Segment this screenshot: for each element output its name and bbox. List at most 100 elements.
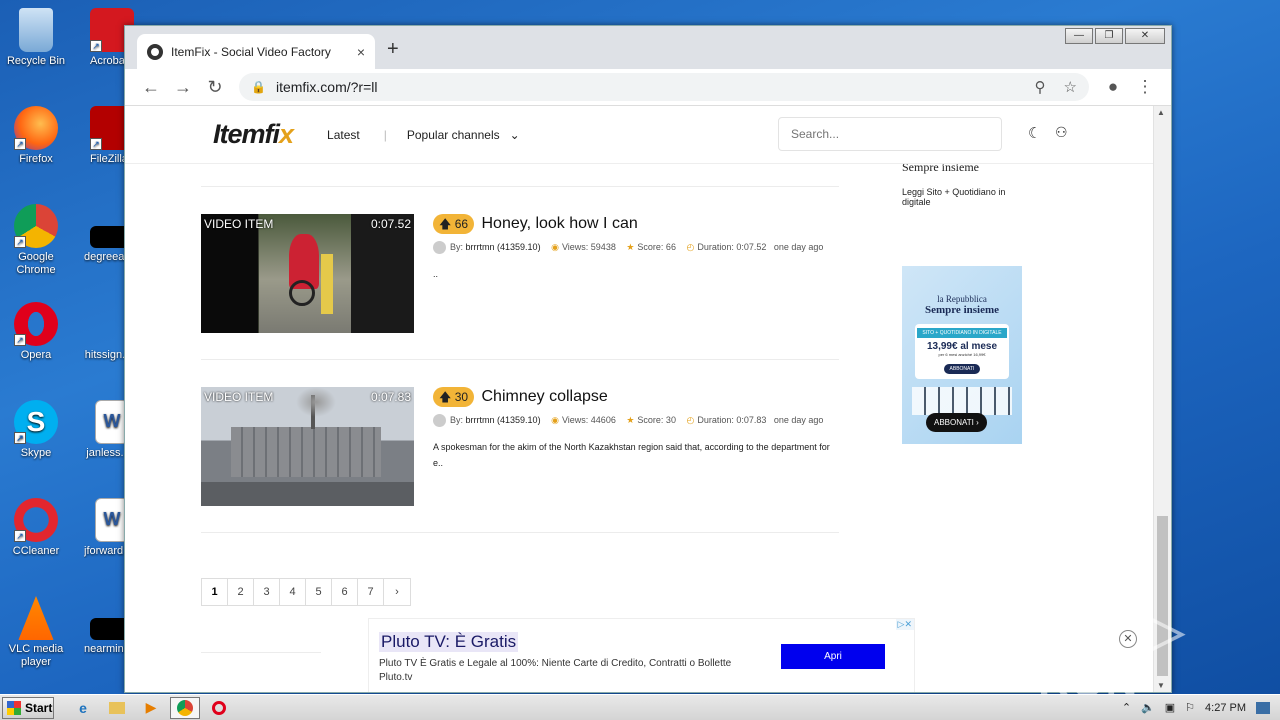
restore-button[interactable]: ❐ bbox=[1095, 28, 1123, 44]
user-account-icon[interactable]: ⚇ bbox=[1055, 124, 1068, 141]
page-5[interactable]: 5 bbox=[306, 579, 332, 605]
video-text: 🡅 66 Honey, look how I can By: brrrtmn (… bbox=[433, 214, 841, 282]
ad-description: Pluto TV È Gratis e Legale al 100%: Nien… bbox=[379, 658, 732, 683]
page-3[interactable]: 3 bbox=[254, 579, 280, 605]
network-icon[interactable]: ▣ bbox=[1165, 701, 1175, 714]
tab-close-icon[interactable]: × bbox=[357, 44, 365, 60]
zoom-icon[interactable]: ⚲ bbox=[1035, 78, 1046, 96]
phones-graphic bbox=[912, 387, 1012, 415]
arrow-up-icon: 🡅 bbox=[439, 217, 452, 231]
video-item-badge: VIDEO ITEM bbox=[204, 390, 274, 404]
video-title[interactable]: Honey, look how I can bbox=[482, 215, 638, 232]
itemfix-logo[interactable]: Itemfix bbox=[213, 119, 294, 150]
video-meta: By: brrrtmn (41359.10) ◉ Views: 44606 ★ Sc… bbox=[433, 411, 841, 429]
site-header: Itemfix Latest | Popular channels ⌄ ☾ ⚇ bbox=[125, 106, 1153, 164]
reload-button[interactable]: ↻ bbox=[199, 77, 231, 98]
ad-open-button[interactable]: Apri bbox=[781, 644, 885, 669]
chrome-taskbar-icon[interactable] bbox=[170, 696, 200, 719]
opera-taskbar-icon[interactable] bbox=[204, 697, 234, 719]
page-4[interactable]: 4 bbox=[280, 579, 306, 605]
clock[interactable]: 4:27 PM bbox=[1205, 702, 1246, 714]
system-tray: ⌃ 🔈 ▣ ⚐ 4:27 PM bbox=[1122, 701, 1280, 714]
new-tab-button[interactable]: + bbox=[387, 38, 399, 61]
window-controls: — ❐ ✕ bbox=[1065, 28, 1165, 44]
score-pill[interactable]: 🡅 30 bbox=[433, 387, 475, 407]
page-7[interactable]: 7 bbox=[358, 579, 384, 605]
video-title[interactable]: Chimney collapse bbox=[482, 388, 608, 405]
video-item: VIDEO ITEM 0:07.52 🡅 66 Honey, look how … bbox=[201, 214, 841, 334]
bottom-ad-banner[interactable]: Pluto TV: È Gratis Pluto TV È Gratis e L… bbox=[368, 618, 915, 692]
clock-icon: ◴ bbox=[686, 415, 695, 425]
next-page-button[interactable]: › bbox=[384, 579, 410, 605]
show-desktop-icon[interactable] bbox=[1256, 701, 1270, 714]
video-meta: By: brrrtmn (41359.10) ◉ Views: 59438 ★ Sc… bbox=[433, 238, 841, 256]
vlc-icon bbox=[18, 596, 54, 640]
list-divider bbox=[201, 652, 321, 653]
close-window-button[interactable]: ✕ bbox=[1125, 28, 1165, 44]
desktop-icon-skype[interactable]: S ↗ Skype bbox=[0, 400, 72, 460]
tab-title: ItemFix - Social Video Factory bbox=[171, 44, 331, 59]
browser-tab[interactable]: ItemFix - Social Video Factory × bbox=[137, 34, 375, 69]
adchoices-icon[interactable]: ▷✕ bbox=[895, 619, 914, 630]
video-duration: 0:07.83 bbox=[370, 390, 411, 404]
ccleaner-icon: ↗ bbox=[14, 498, 58, 542]
sidebar-ad-text[interactable]: Sempre insieme Leggi Sito + Quotidiano i… bbox=[902, 163, 1024, 267]
profile-icon[interactable]: ● bbox=[1097, 77, 1129, 97]
forward-button[interactable]: → bbox=[167, 77, 199, 98]
lock-icon[interactable]: 🔒 bbox=[251, 80, 266, 94]
page-scrollbar[interactable]: ▲ ▼ bbox=[1153, 106, 1171, 692]
desktop-icon-firefox[interactable]: ↗ Firefox bbox=[0, 106, 72, 166]
desktop-icon-opera[interactable]: ↗ Opera bbox=[0, 302, 72, 362]
ie-taskbar-icon[interactable]: e bbox=[68, 697, 98, 719]
video-thumbnail[interactable]: VIDEO ITEM 0:07.83 bbox=[201, 387, 414, 506]
address-bar[interactable]: 🔒 itemfix.com/?r=ll ⚲ ☆ bbox=[239, 73, 1089, 101]
avatar[interactable] bbox=[433, 241, 446, 255]
video-text: 🡅 30 Chimney collapse By: brrrtmn (41359… bbox=[433, 387, 841, 471]
page-1[interactable]: 1 bbox=[202, 579, 228, 605]
author-link[interactable]: brrrtmn (41359.10) bbox=[466, 415, 541, 425]
list-divider bbox=[201, 359, 839, 360]
page-6[interactable]: 6 bbox=[332, 579, 358, 605]
explorer-taskbar-icon[interactable] bbox=[102, 697, 132, 719]
search-input[interactable] bbox=[778, 117, 1002, 151]
browser-toolbar: ← → ↻ 🔒 itemfix.com/?r=ll ⚲ ☆ ● ⋮ bbox=[125, 69, 1171, 106]
desktop-icon-recycle-bin[interactable]: Recycle Bin bbox=[0, 8, 72, 68]
start-button[interactable]: Start bbox=[2, 696, 54, 719]
anyrun-watermark: ANY ▷ RUN bbox=[1038, 607, 1187, 706]
desktop-icon-ccleaner[interactable]: ↗ CCleaner bbox=[0, 498, 72, 558]
menu-kebab-icon[interactable]: ⋮ bbox=[1129, 77, 1161, 97]
sidebar-ad-banner[interactable]: la Repubblica Sempre insieme SITO + QUOT… bbox=[902, 266, 1022, 444]
dark-mode-moon-icon[interactable]: ☾ bbox=[1028, 124, 1041, 142]
desktop-icon-chrome[interactable]: ↗ Google Chrome bbox=[0, 204, 72, 277]
minimize-button[interactable]: — bbox=[1065, 28, 1093, 44]
page-2[interactable]: 2 bbox=[228, 579, 254, 605]
avatar[interactable] bbox=[433, 414, 446, 428]
pagination: 1 2 3 4 5 6 7 › bbox=[201, 578, 411, 606]
star-icon: ★ bbox=[626, 415, 635, 425]
page-viewport: Itemfix Latest | Popular channels ⌄ ☾ ⚇ … bbox=[125, 106, 1171, 692]
scroll-up-icon[interactable]: ▲ bbox=[1157, 108, 1165, 117]
flag-icon[interactable]: ⚐ bbox=[1185, 701, 1195, 714]
eye-icon: ◉ bbox=[551, 242, 559, 252]
list-divider bbox=[201, 186, 839, 187]
nav-latest[interactable]: Latest bbox=[327, 128, 360, 142]
back-button[interactable]: ← bbox=[135, 77, 167, 98]
author-link[interactable]: brrrtmn (41359.10) bbox=[466, 242, 541, 252]
score-pill[interactable]: 🡅 66 bbox=[433, 214, 475, 234]
video-duration: 0:07.52 bbox=[370, 217, 411, 231]
volume-icon[interactable]: 🔈 bbox=[1141, 701, 1155, 714]
close-ad-icon[interactable]: ✕ bbox=[1119, 630, 1137, 648]
nav-popular-channels[interactable]: Popular channels bbox=[407, 128, 500, 142]
chevron-down-icon[interactable]: ⌄ bbox=[510, 128, 520, 142]
ad-subscribe-button[interactable]: ABBONATI › bbox=[926, 413, 987, 432]
skype-icon: S ↗ bbox=[14, 400, 58, 444]
bookmark-star-icon[interactable]: ☆ bbox=[1064, 78, 1077, 96]
media-player-taskbar-icon[interactable]: ▶ bbox=[136, 697, 166, 719]
post-time: one day ago bbox=[773, 242, 824, 252]
tray-chevron-icon[interactable]: ⌃ bbox=[1122, 701, 1131, 714]
video-thumbnail[interactable]: VIDEO ITEM 0:07.52 bbox=[201, 214, 414, 333]
clock-icon: ◴ bbox=[686, 242, 695, 252]
desktop-icon-vlc[interactable]: VLC media player bbox=[0, 596, 72, 669]
ad-headline[interactable]: Pluto TV: È Gratis bbox=[379, 632, 519, 652]
video-item-badge: VIDEO ITEM bbox=[204, 217, 274, 231]
